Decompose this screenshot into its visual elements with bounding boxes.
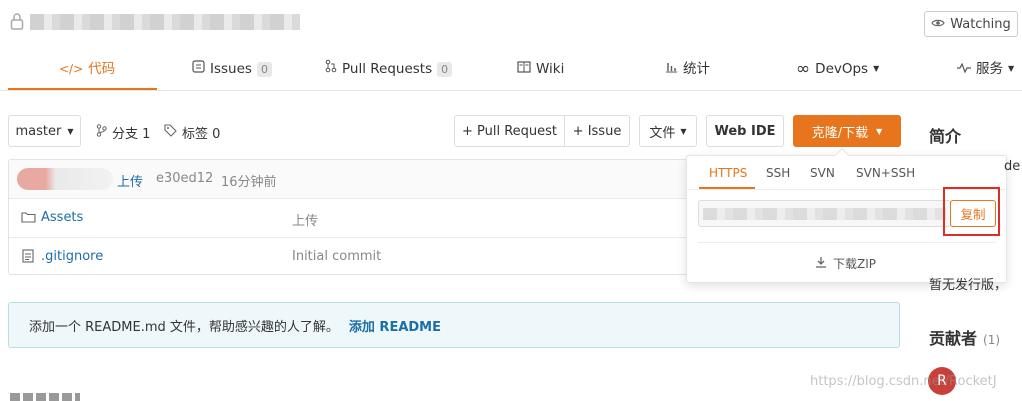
caret-down-icon: ▼ [680,126,687,136]
tab-stats-label: 统计 [683,61,710,77]
repo-tabs: </> 代码 Issues 0 Pull Requests 0 Wiki 统计 … [0,48,1022,91]
tab-issues-label: Issues [210,61,252,77]
contributors-title: 贡献者 [929,329,978,348]
add-readme-link[interactable]: 添加 README [349,316,441,335]
infinity-icon: ∞ [796,59,811,79]
folder-icon [21,211,36,227]
top-bar: Watching [0,0,1022,45]
branch-icon [96,124,107,141]
intro-text-partial: de [1004,159,1021,174]
tab-services-label: 服务 [976,61,1003,77]
tab-devops-label: DevOps [815,61,869,77]
code-icon: </> [59,62,84,76]
file-dropdown-label: 文件 [649,125,676,141]
watch-label: Watching [950,16,1011,32]
author-avatar-redacted [17,168,113,190]
commit-header: 上传 e30ed12 16分钟前 [9,160,689,198]
file-commit-message: 上传 [292,214,319,229]
pull-requests-count-badge: 0 [437,61,453,77]
download-zip-label: 下载ZIP [833,257,876,271]
intro-title: 简介 [929,127,962,146]
clone-download-button[interactable]: 克隆/下载 ▼ [793,115,901,147]
book-icon [517,48,531,90]
contributors-heading: 贡献者 (1) [929,325,1000,349]
commit-message[interactable]: 上传 [117,171,143,190]
tab-code[interactable]: </> 代码 [59,48,115,90]
tab-svn-ssh[interactable]: SVN+SSH [856,166,915,180]
new-issue-button[interactable]: + Issue [564,115,630,147]
readme-notice-text: 添加一个 README.md 文件，帮助感兴趣的人了解。 [29,319,339,335]
tab-ssh[interactable]: SSH [766,166,790,180]
tab-wiki[interactable]: Wiki [517,48,564,90]
branches-link[interactable]: 分支 1 [96,123,150,142]
table-row[interactable]: Assets 上传 [9,198,689,236]
issues-count-badge: 0 [256,61,272,77]
commit-hash[interactable]: e30ed12 [156,171,213,186]
clone-url-input[interactable] [698,200,951,227]
tab-https[interactable]: HTTPS [709,166,747,180]
tab-services[interactable]: 服务 ▼ [957,48,1014,90]
tab-active-indicator [8,88,157,90]
branch-select-label: master [15,123,62,139]
clone-popup: HTTPS SSH SVN SVN+SSH 复制 下载ZIP [686,147,1007,283]
download-icon [815,256,827,271]
new-pull-request-button[interactable]: + Pull Request [454,115,565,147]
file-dropdown[interactable]: 文件 ▼ [639,115,697,147]
bar-chart-icon [665,48,678,90]
file-icon [22,249,34,267]
tags-label: 标签 0 [182,127,221,142]
download-divider [698,242,996,243]
commit-time: 16分钟前 [221,175,277,190]
tags-link[interactable]: 标签 0 [164,123,220,142]
eye-icon [931,17,945,32]
issues-icon [192,48,205,90]
tab-code-label: 代码 [88,61,116,77]
contributors-count: (1) [983,333,1001,347]
caret-down-icon: ▼ [67,126,74,136]
clone-download-label: 克隆/下载 [811,125,869,141]
tab-stats[interactable]: 统计 [665,48,710,90]
tag-icon [164,124,177,141]
file-list: 上传 e30ed12 16分钟前 Assets 上传 .gitignore In… [8,159,690,275]
pull-request-icon [325,48,337,90]
branches-label: 分支 1 [112,127,151,142]
pulse-icon [957,48,971,90]
caret-down-icon: ▼ [876,126,883,136]
readme-notice: 添加一个 README.md 文件，帮助感兴趣的人了解。 添加 README [8,302,900,348]
lock-icon [10,12,24,34]
copy-button[interactable]: 复制 [950,200,996,227]
web-ide-button[interactable]: Web IDE [706,115,784,147]
branch-select[interactable]: master ▼ [8,115,81,147]
file-name[interactable]: .gitignore [41,249,103,264]
tab-pull-requests[interactable]: Pull Requests 0 [325,48,453,90]
tab-devops[interactable]: ∞ DevOps ▼ [796,48,879,90]
tab-svn[interactable]: SVN [810,166,835,180]
table-row[interactable]: .gitignore Initial commit [9,237,689,275]
intro-text-partial: 暂无发行版， [929,278,1008,293]
caret-down-icon: ▼ [873,64,880,73]
tab-pull-requests-label: Pull Requests [342,61,433,77]
tab-issues[interactable]: Issues 0 [192,48,272,90]
caret-down-icon: ▼ [1008,64,1015,73]
repo-name-redacted [30,14,300,30]
cutoff-heading [10,393,80,401]
clone-url-redacted [703,208,946,220]
watermark: https://blog.csdn.net/RocketJ [810,374,997,389]
file-name[interactable]: Assets [41,210,83,225]
file-commit-message: Initial commit [292,249,382,264]
download-zip-link[interactable]: 下载ZIP [815,255,876,272]
watch-button[interactable]: Watching [924,11,1018,37]
tab-wiki-label: Wiki [536,61,565,77]
popup-arrow [834,147,850,163]
